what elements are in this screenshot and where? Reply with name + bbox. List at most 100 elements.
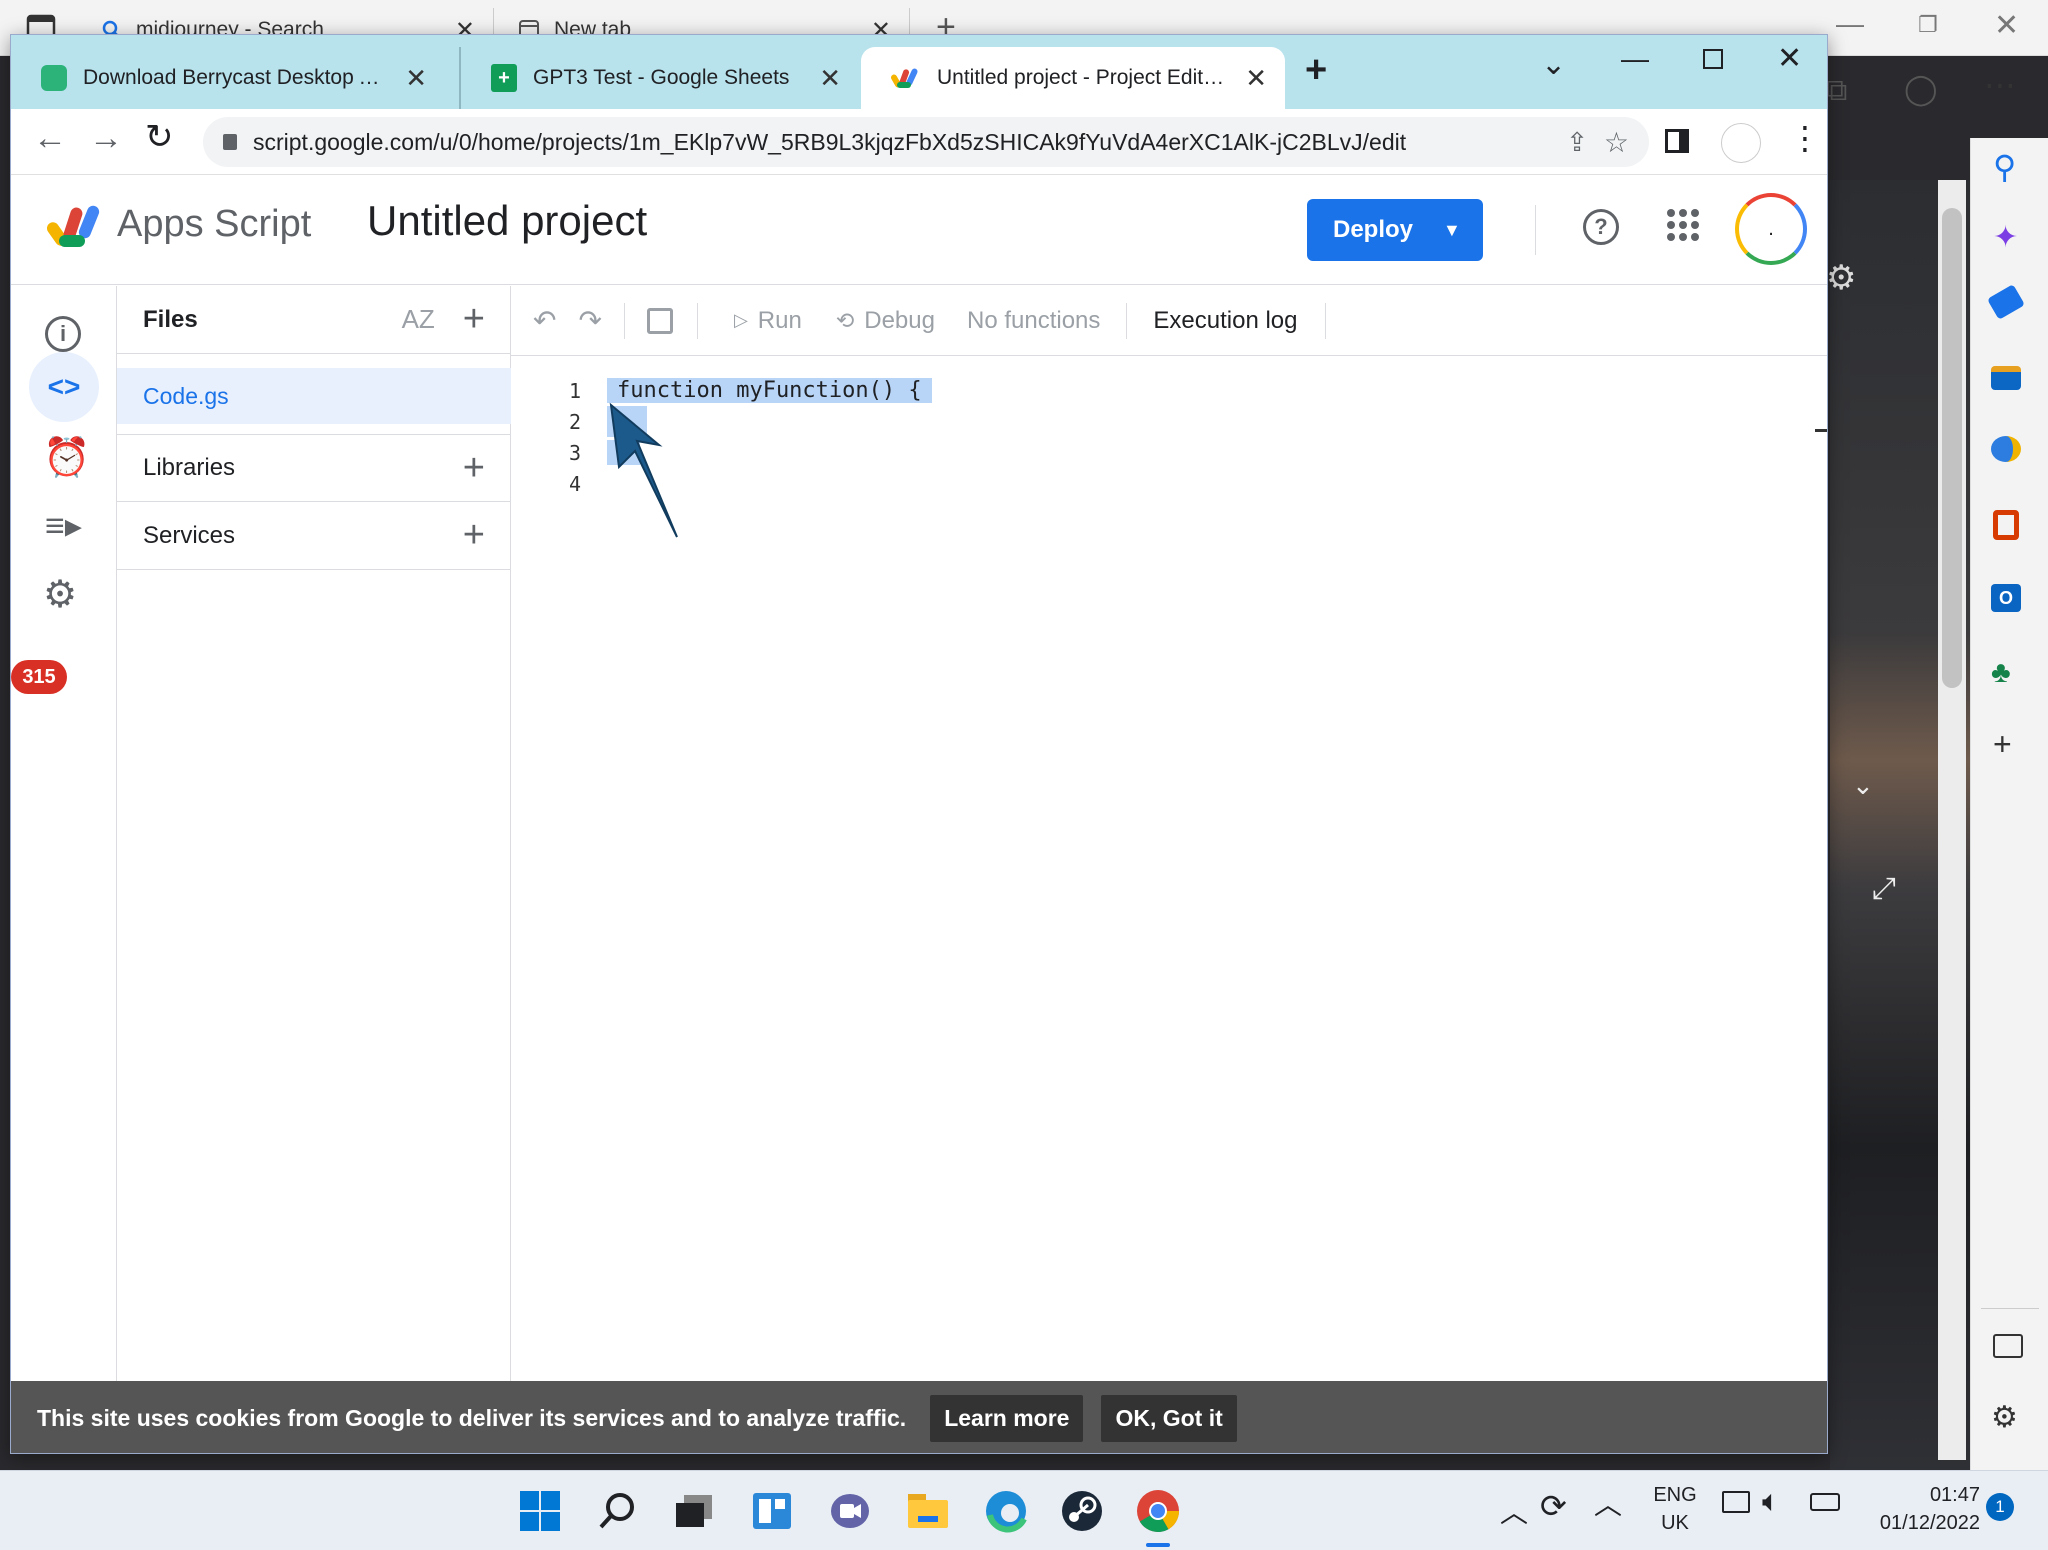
save-icon[interactable] bbox=[646, 307, 673, 334]
overview-info-icon[interactable]: i bbox=[45, 316, 81, 352]
url-text[interactable]: script.google.com/u/0/home/projects/1m_E… bbox=[253, 129, 1550, 156]
reload-icon[interactable]: ↻ bbox=[145, 117, 174, 157]
notification-badge[interactable]: 315 bbox=[11, 660, 67, 694]
background-settings-gear-icon[interactable]: ⚙ bbox=[1826, 258, 1856, 298]
shopping-tag-icon[interactable] bbox=[1987, 284, 2025, 320]
profile-avatar[interactable] bbox=[1721, 123, 1761, 163]
notification-count-badge[interactable]: 1 bbox=[1986, 1493, 2014, 1521]
services-label: Services bbox=[143, 521, 236, 549]
edge-browser-icon[interactable] bbox=[980, 1485, 1032, 1537]
code-editor[interactable]: 1 function myFunction() { 2 3 } 4 bbox=[511, 357, 1827, 1417]
steam-icon[interactable] bbox=[1056, 1485, 1108, 1537]
add-service-icon[interactable]: + bbox=[463, 514, 485, 557]
triggers-alarm-icon[interactable]: ⏰ bbox=[43, 436, 90, 480]
gear-icon[interactable]: ⚙ bbox=[1991, 1400, 2018, 1435]
help-icon[interactable]: ? bbox=[1583, 209, 1619, 245]
new-tab-plus-icon[interactable]: + bbox=[1305, 49, 1327, 92]
code-text[interactable]: function myFunction() { bbox=[607, 378, 932, 403]
search-icon[interactable]: ⚲ bbox=[1993, 148, 2016, 186]
sidebar-collapse-icon[interactable] bbox=[1993, 1334, 2023, 1358]
run-button[interactable]: ▷ Run bbox=[734, 307, 802, 335]
file-name: Code.gs bbox=[143, 382, 229, 409]
forward-arrow-icon[interactable]: → bbox=[89, 119, 123, 158]
office-icon[interactable] bbox=[1993, 510, 2019, 540]
background-profile-icon[interactable]: ◯ bbox=[1904, 72, 1938, 107]
restore-icon[interactable]: ❐ bbox=[1918, 12, 1938, 38]
search-icon[interactable] bbox=[592, 1485, 644, 1537]
copilot-sparkle-icon[interactable]: ✦ bbox=[1993, 220, 2018, 255]
close-window-icon[interactable]: ✕ bbox=[1994, 8, 2019, 43]
close-icon[interactable]: ✕ bbox=[1245, 63, 1267, 94]
outlook-icon[interactable]: O bbox=[1991, 584, 2021, 612]
side-panel-icon[interactable] bbox=[1665, 129, 1689, 153]
chevron-down-icon[interactable]: ⌄ bbox=[1852, 770, 1874, 801]
chrome-icon[interactable] bbox=[1132, 1485, 1184, 1537]
line-number: 1 bbox=[568, 378, 581, 403]
chevron-up-icon[interactable]: ︿ bbox=[1500, 1491, 1528, 1531]
tab-apps-script[interactable]: Untitled project - Project Editor - Apps… bbox=[861, 47, 1285, 109]
minimize-icon[interactable]: — bbox=[1621, 43, 1649, 75]
maximize-icon[interactable] bbox=[1703, 49, 1723, 69]
tab-search-chevron-icon[interactable]: ⌄ bbox=[1541, 47, 1566, 82]
expand-icon[interactable]: ⤢ bbox=[1872, 872, 1896, 906]
battery-icon[interactable] bbox=[1810, 1493, 1840, 1511]
add-library-icon[interactable]: + bbox=[463, 447, 485, 490]
file-explorer-icon[interactable] bbox=[902, 1485, 954, 1537]
tree-icon[interactable]: ♣ bbox=[1991, 656, 2011, 690]
windows-start-icon[interactable] bbox=[514, 1485, 566, 1537]
apps-script-logo-icon[interactable] bbox=[47, 203, 105, 249]
tab-berrycast[interactable]: Download Berrycast Desktop App ✕ bbox=[11, 47, 445, 109]
file-item-code-gs[interactable]: Code.gs bbox=[117, 368, 511, 424]
redo-icon[interactable]: ↷ bbox=[578, 304, 601, 337]
sync-icon[interactable]: ⟳ bbox=[1540, 1487, 1567, 1525]
deploy-button[interactable]: Deploy ▼ bbox=[1307, 199, 1483, 261]
project-settings-gear-icon[interactable]: ⚙ bbox=[43, 572, 77, 617]
task-view-icon[interactable] bbox=[668, 1485, 720, 1537]
add-file-icon[interactable]: + bbox=[463, 298, 485, 341]
play-icon: ▷ bbox=[733, 310, 748, 330]
execution-log-button[interactable]: Execution log bbox=[1153, 307, 1297, 335]
divider bbox=[696, 302, 698, 339]
widgets-icon[interactable] bbox=[746, 1485, 798, 1537]
language-indicator[interactable]: ENG UK bbox=[1640, 1481, 1710, 1537]
account-avatar[interactable]: . bbox=[1735, 193, 1807, 265]
background-scrollbar-thumb[interactable] bbox=[1942, 208, 1962, 688]
star-bookmark-icon[interactable]: ☆ bbox=[1604, 126, 1629, 159]
volume-icon[interactable]: 🔈︎ bbox=[1762, 1485, 1780, 1519]
teams-chat-icon[interactable] bbox=[824, 1485, 876, 1537]
close-icon[interactable]: ✕ bbox=[819, 63, 841, 94]
code-line[interactable]: 4 bbox=[551, 468, 607, 499]
close-icon[interactable]: ✕ bbox=[405, 63, 427, 94]
close-window-icon[interactable]: ✕ bbox=[1777, 41, 1802, 76]
address-bar[interactable]: script.google.com/u/0/home/projects/1m_E… bbox=[203, 117, 1649, 167]
executions-list-icon[interactable]: ≡▸ bbox=[45, 506, 82, 546]
network-icon[interactable] bbox=[1722, 1491, 1750, 1513]
back-arrow-icon[interactable]: ← bbox=[33, 119, 67, 158]
learn-more-button[interactable]: Learn more bbox=[930, 1394, 1084, 1442]
run-label: Run bbox=[757, 306, 802, 334]
debug-button[interactable]: ⟲ Debug bbox=[836, 307, 935, 335]
minimap-indicator[interactable] bbox=[1815, 429, 1827, 432]
add-icon[interactable]: + bbox=[1993, 726, 2012, 763]
function-select[interactable]: No functions bbox=[967, 307, 1100, 335]
apps-grid-icon[interactable] bbox=[1665, 207, 1701, 243]
divider bbox=[1325, 302, 1327, 339]
libraries-section: Libraries + bbox=[117, 434, 511, 502]
tools-briefcase-icon[interactable] bbox=[1991, 366, 2021, 390]
edge-sidebar: ⚲ ✦ O ♣ + ⚙ bbox=[1970, 138, 2048, 1470]
tab-google-sheets[interactable]: + GPT3 Test - Google Sheets ✕ bbox=[459, 47, 859, 109]
games-icon[interactable] bbox=[1991, 436, 2021, 462]
more-menu-icon[interactable]: ⋮ bbox=[1789, 119, 1821, 157]
sort-az-icon[interactable]: AZ bbox=[402, 304, 435, 335]
share-icon[interactable]: ⇪ bbox=[1566, 127, 1588, 158]
app-name[interactable]: Apps Script bbox=[117, 203, 311, 246]
background-collections-icon[interactable]: ⧉ bbox=[1826, 74, 1847, 108]
project-title[interactable]: Untitled project bbox=[367, 197, 647, 245]
ok-got-it-button[interactable]: OK, Got it bbox=[1101, 1394, 1237, 1442]
clock[interactable]: 01:47 01/12/2022 bbox=[1860, 1481, 1980, 1537]
editor-code-icon[interactable]: <> bbox=[29, 352, 99, 422]
chevron-up-icon[interactable]: ︿ bbox=[1594, 1483, 1622, 1523]
undo-icon[interactable]: ↶ bbox=[533, 304, 556, 337]
background-menu-icon[interactable]: ⋯ bbox=[1984, 66, 2016, 104]
minimize-icon[interactable]: — bbox=[1836, 8, 1864, 40]
